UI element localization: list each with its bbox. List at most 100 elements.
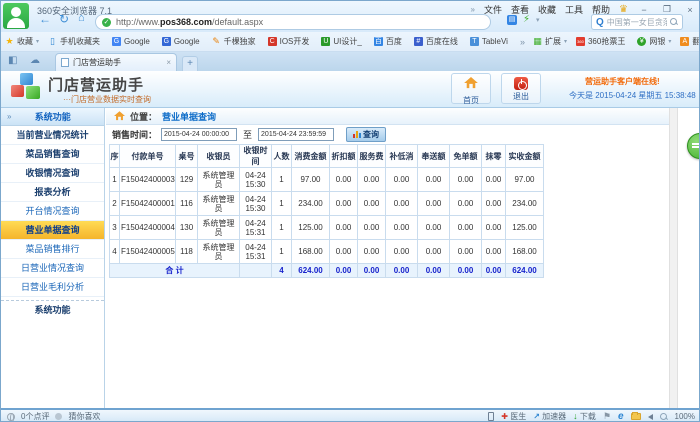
table-header-cell[interactable]: 消费金额 (292, 145, 330, 168)
table-header-cell[interactable]: 实收金额 (506, 145, 544, 168)
sidebar-item[interactable]: 菜品销售排行 (1, 240, 104, 259)
bookmark-item[interactable]: 360 360抢票王 (576, 36, 628, 47)
page-scrollbar[interactable] (669, 108, 678, 408)
table-header-cell[interactable]: 免单额 (450, 145, 482, 168)
flag-icon[interactable]: ⚑ (603, 411, 611, 422)
sidebar-item[interactable]: 系统功能 (1, 300, 104, 319)
sidebar-panel-icon[interactable]: ◧ (8, 55, 17, 66)
search-input[interactable]: Q 中国第一女巨贪落网 (591, 14, 683, 30)
sidebar-item[interactable]: 菜品销售查询 (1, 145, 104, 164)
table-row[interactable]: 2F15042400001116 系统管理员04-24 15:301 234.0… (110, 192, 544, 216)
table-header-cell[interactable]: 折扣额 (330, 145, 358, 168)
search-placeholder-text[interactable]: 中国第一女巨贪落网 (607, 17, 667, 28)
sidebar-item[interactable]: 报表分析 (1, 183, 104, 202)
bookmark-item[interactable]: ★ 收藏 ▾ (5, 36, 39, 47)
bookmark-item[interactable]: ▯ 手机收藏夹 (48, 36, 103, 47)
new-tab-button[interactable]: + (182, 56, 198, 71)
site-safety-icon[interactable]: ✓ (102, 18, 111, 27)
table-header-cell[interactable]: 奉送额 (418, 145, 450, 168)
menu-item[interactable]: 工具 (565, 3, 583, 16)
query-filter-row: 销售时间： 至 查询 (106, 125, 669, 143)
bookmark-item[interactable]: U UI设计_ (321, 36, 364, 47)
collapse-sidebar-icon[interactable]: » (7, 112, 11, 121)
browser-doctor[interactable]: ✚ 医生 (501, 411, 526, 422)
bookmark-favicon: G (112, 37, 121, 46)
table-header-cell[interactable]: 序 (110, 145, 120, 168)
app-exit-button[interactable]: 退出 (501, 73, 541, 104)
bookmark-item[interactable]: T TableVi (470, 37, 511, 46)
accelerator[interactable]: ↗ 加速器 (533, 411, 566, 422)
speed-boost-icon[interactable]: ⚡ (523, 14, 530, 25)
speaker-icon[interactable] (648, 414, 653, 420)
back-button[interactable]: ← (39, 12, 51, 26)
table-row[interactable]: 1F15042400003129 系统管理员04-24 15:301 97.00… (110, 168, 544, 192)
bookmark-favicon: 百 (374, 37, 383, 46)
bookmark-item[interactable]: ✎ 千棵独家 (212, 36, 259, 47)
table-row[interactable]: 4F15042400005118 系统管理员04-24 15:311 168.0… (110, 240, 544, 264)
bookmark-item[interactable]: 百 百度 (374, 36, 405, 47)
minimize-button[interactable]: − (637, 5, 651, 15)
zoom-level[interactable]: 100% (675, 412, 695, 421)
search-icon[interactable] (670, 18, 678, 26)
bookmark-item[interactable]: ¥ 网银 ▾ (637, 36, 671, 47)
table-header-cell[interactable]: 收银员 (198, 145, 240, 168)
sidebar-item[interactable]: 收银情况查询 (1, 164, 104, 183)
url-text[interactable]: http://www.pos368.com/default.aspx (116, 17, 263, 27)
table-row[interactable]: 3F15042400004130 系统管理员04-24 15:311 125.0… (110, 216, 544, 240)
table-header-cell[interactable]: 付款单号 (120, 145, 176, 168)
date-to-input[interactable] (258, 128, 334, 141)
bookmark-label: TableVi (482, 37, 508, 46)
bookmark-item[interactable]: G Google (112, 37, 153, 46)
date-from-input[interactable] (161, 128, 237, 141)
sidebar-item[interactable]: 营业单据查询 (1, 221, 104, 240)
bookmark-item[interactable]: G Google (162, 37, 203, 46)
zoom-icon[interactable] (660, 413, 668, 421)
bookmark-item[interactable]: # 百度在线 (414, 36, 461, 47)
address-bar[interactable]: ✓ http://www.pos368.com/default.aspx (95, 14, 491, 30)
folder-icon[interactable] (631, 413, 641, 420)
table-header-cell[interactable]: 补低消 (386, 145, 418, 168)
download-manager[interactable]: ↓ 下载 (573, 411, 596, 422)
tab-close-icon[interactable]: × (166, 58, 171, 67)
ie-compat-icon[interactable]: e (618, 411, 624, 422)
sidebar-header: » 系统功能 (1, 108, 104, 126)
extension-icon[interactable]: ▤ (507, 15, 517, 25)
reviews-count[interactable]: 0个点评 (21, 411, 49, 422)
bookmarks-overflow-icon[interactable]: » (520, 37, 525, 47)
menu-item[interactable]: 收藏 (538, 3, 556, 16)
browser-home-button[interactable]: ⌂ (78, 12, 85, 24)
cloud-sync-icon[interactable]: ☁ (30, 55, 40, 66)
chart-icon (353, 131, 361, 138)
app-home-button[interactable]: 首页 (451, 73, 491, 104)
sidebar-item[interactable]: 日营业毛利分析 (1, 278, 104, 297)
sidebar-item[interactable]: 当前营业情况统计 (1, 126, 104, 145)
floating-widget-button[interactable] (687, 133, 700, 159)
bookmark-label: UI设计_ (333, 36, 361, 47)
sidebar-items: 当前营业情况统计 菜品销售查询 收银情况查询 报表分析 开台情况查询 营业单据查… (1, 126, 104, 319)
table-header-cell[interactable]: 服务费 (358, 145, 386, 168)
power-icon (514, 77, 528, 90)
tab-store-assistant[interactable]: 门店营运助手 × (55, 53, 177, 71)
sidebar-item[interactable]: 日营业情况查询 (1, 259, 104, 278)
table-header-cell[interactable]: 抹零 (482, 145, 506, 168)
bookmark-item[interactable]: ▦ 扩展 ▾ (533, 36, 567, 47)
close-button[interactable]: × (683, 5, 697, 15)
table-header-cell[interactable]: 收银时间 (240, 145, 272, 168)
sidebar-item[interactable]: 开台情况查询 (1, 202, 104, 221)
table-header-cell[interactable]: 桌号 (176, 145, 198, 168)
table-total-row: 合 计 4 624.00 0.00 0.00 0.00 0.00 0.00 0.… (110, 264, 544, 278)
chevron-down-icon[interactable]: ▾ (536, 16, 540, 24)
logo-cube-blue (20, 73, 33, 85)
guess-you-like[interactable]: 猜你喜欢 (68, 411, 100, 422)
phone-icon[interactable] (488, 412, 494, 421)
bookmark-item[interactable]: A 翻译 ▾ (680, 36, 700, 47)
reviews-icon[interactable] (7, 413, 15, 421)
table-header-cell[interactable]: 人数 (272, 145, 292, 168)
refresh-button[interactable]: ↻ (59, 12, 69, 26)
bookmark-item[interactable]: C IOS开发 (268, 36, 313, 47)
download-icon: ↓ (573, 411, 578, 421)
home-icon (464, 77, 478, 89)
user-avatar[interactable] (3, 3, 29, 29)
query-button[interactable]: 查询 (346, 127, 386, 142)
menu-overflow-icon[interactable]: » (471, 5, 475, 14)
